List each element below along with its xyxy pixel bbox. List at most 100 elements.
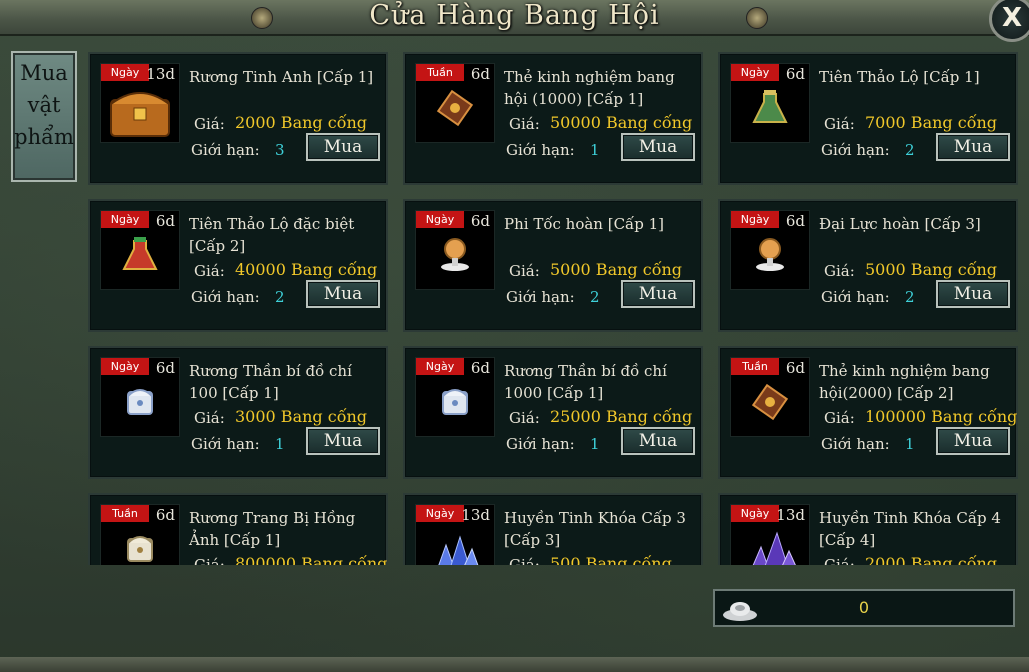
price-label: Giá:: [824, 556, 855, 565]
reset-period-badge: Ngày: [101, 211, 149, 228]
days-remaining: 6d: [470, 212, 490, 230]
limit-value: 2: [275, 288, 285, 306]
reset-period-badge: Ngày: [416, 505, 464, 522]
item-name: Huyền Tinh Khóa Cấp 4 [Cấp 4]: [819, 509, 1001, 549]
item-thumbnail[interactable]: Tuần 6d: [100, 504, 180, 565]
item-card[interactable]: Ngày 6d Rương Thần bí đồ chí 100 [Cấp 1]…: [88, 346, 388, 479]
buy-button[interactable]: Mua: [306, 280, 380, 308]
currency-display: 0: [713, 589, 1015, 627]
days-remaining: 6d: [785, 65, 805, 83]
item-card[interactable]: Tuần 6d Thẻ kinh nghiệm bang hội (1000) …: [403, 52, 703, 185]
item-thumbnail[interactable]: Ngày 6d: [100, 357, 180, 437]
price-label: Giá:: [194, 115, 225, 133]
item-name: Rương Thần bí đồ chí 100 [Cấp 1]: [189, 362, 352, 402]
item-thumbnail[interactable]: Ngày 6d: [415, 357, 495, 437]
price-value: 5000 Bang cống: [550, 260, 683, 279]
equipment-chest-icon: [101, 523, 179, 565]
buy-button[interactable]: Mua: [621, 427, 695, 455]
limit-value: 1: [905, 435, 915, 453]
limit-value: 2: [590, 288, 600, 306]
limit-value: 1: [275, 435, 285, 453]
item-card[interactable]: Tuần 6d Rương Trang Bị Hồng Ảnh [Cấp 1] …: [88, 493, 388, 565]
price-label: Giá:: [824, 115, 855, 133]
item-name: Rương Trang Bị Hồng Ảnh [Cấp 1]: [189, 509, 356, 549]
limit-label: Giới hạn:: [506, 435, 575, 453]
limit-value: 1: [590, 435, 600, 453]
buy-button[interactable]: Mua: [621, 133, 695, 161]
shop-window: Cửa Hàng Bang Hội X Mua vật phẩm Ngày 13…: [0, 0, 1029, 672]
pill-icon: [416, 229, 494, 289]
exp-card-icon: [416, 82, 494, 142]
price-value: 5000 Bang cống: [865, 260, 998, 279]
price-label: Giá:: [509, 556, 540, 565]
limit-label: Giới hạn:: [191, 435, 260, 453]
buy-button[interactable]: Mua: [306, 133, 380, 161]
item-name: Rương Thần bí đồ chí 1000 [Cấp 1]: [504, 362, 667, 402]
item-card[interactable]: Ngày 6d Đại Lực hoàn [Cấp 3] Giá: 5000 B…: [718, 199, 1018, 332]
buy-button[interactable]: Mua: [621, 280, 695, 308]
item-thumbnail[interactable]: Ngày 6d: [730, 63, 810, 143]
title-bar: Cửa Hàng Bang Hội: [0, 0, 1029, 36]
price-label: Giá:: [194, 556, 225, 565]
item-card[interactable]: Ngày 6d Tiên Thảo Lộ [Cấp 1] Giá: 7000 B…: [718, 52, 1018, 185]
item-thumbnail[interactable]: Ngày 13d: [415, 504, 495, 565]
reset-period-badge: Tuần: [101, 505, 149, 522]
exp-card-icon: [731, 376, 809, 436]
limit-label: Giới hạn:: [821, 435, 890, 453]
currency-value: 0: [858, 598, 870, 617]
item-name: Huyền Tinh Khóa Cấp 3 [Cấp 3]: [504, 509, 686, 549]
price-label: Giá:: [509, 262, 540, 280]
price-value: 500 Bang cống: [550, 554, 672, 565]
item-thumbnail[interactable]: Tuần 6d: [730, 357, 810, 437]
item-thumbnail[interactable]: Ngày 6d: [100, 210, 180, 290]
reset-period-badge: Ngày: [731, 211, 779, 228]
mystery-chest-icon: [101, 376, 179, 436]
price-label: Giá:: [194, 262, 225, 280]
price-value: 50000 Bang cống: [550, 113, 693, 132]
buy-button[interactable]: Mua: [936, 427, 1010, 455]
window-title: Cửa Hàng Bang Hội: [369, 0, 660, 31]
item-card[interactable]: Ngày 13d Huyền Tinh Khóa Cấp 4 [Cấp 4] G…: [718, 493, 1018, 565]
item-card[interactable]: Ngày 13d Rương Tinh Anh [Cấp 1] Giá: 200…: [88, 52, 388, 185]
price-value: 25000 Bang cống: [550, 407, 693, 426]
days-remaining: 13d: [146, 65, 175, 83]
limit-value: 3: [275, 141, 285, 159]
days-remaining: 13d: [461, 506, 490, 524]
item-name: Phi Tốc hoàn [Cấp 1]: [504, 215, 665, 233]
days-remaining: 6d: [470, 359, 490, 377]
days-remaining: 6d: [155, 212, 175, 230]
potion-green-icon: [731, 82, 809, 142]
days-remaining: 13d: [776, 506, 805, 524]
item-thumbnail[interactable]: Ngày 13d: [730, 504, 810, 565]
potion-red-icon: [101, 229, 179, 289]
limit-value: 2: [905, 288, 915, 306]
item-list[interactable]: Ngày 13d Rương Tinh Anh [Cấp 1] Giá: 200…: [88, 50, 1022, 565]
item-card[interactable]: Ngày 6d Rương Thần bí đồ chí 1000 [Cấp 1…: [403, 346, 703, 479]
item-thumbnail[interactable]: Ngày 13d: [100, 63, 180, 143]
days-remaining: 6d: [155, 359, 175, 377]
buy-button[interactable]: Mua: [936, 280, 1010, 308]
crystal-purple-icon: [731, 523, 809, 565]
reset-period-badge: Tuần: [416, 64, 464, 81]
limit-label: Giới hạn:: [821, 141, 890, 159]
item-card[interactable]: Ngày 6d Tiên Thảo Lộ đặc biệt [Cấp 2] Gi…: [88, 199, 388, 332]
item-thumbnail[interactable]: Ngày 6d: [730, 210, 810, 290]
item-card[interactable]: Tuần 6d Thẻ kinh nghiệm bang hội(2000) […: [718, 346, 1018, 479]
item-card[interactable]: Ngày 13d Huyền Tinh Khóa Cấp 3 [Cấp 3] G…: [403, 493, 703, 565]
reset-period-badge: Ngày: [416, 358, 464, 375]
price-value: 800000 Bang cống: [235, 554, 388, 565]
item-card[interactable]: Ngày 6d Phi Tốc hoàn [Cấp 1] Giá: 5000 B…: [403, 199, 703, 332]
buy-button[interactable]: Mua: [306, 427, 380, 455]
price-value: 2000 Bang cống: [235, 113, 368, 132]
tab-buy-items[interactable]: Mua vật phẩm: [11, 51, 77, 182]
item-thumbnail[interactable]: Tuần 6d: [415, 63, 495, 143]
price-label: Giá:: [509, 409, 540, 427]
buy-button[interactable]: Mua: [936, 133, 1010, 161]
item-thumbnail[interactable]: Ngày 6d: [415, 210, 495, 290]
limit-label: Giới hạn:: [191, 288, 260, 306]
price-value: 3000 Bang cống: [235, 407, 368, 426]
price-label: Giá:: [824, 409, 855, 427]
price-label: Giá:: [824, 262, 855, 280]
reset-period-badge: Ngày: [101, 358, 149, 375]
days-remaining: 6d: [785, 212, 805, 230]
